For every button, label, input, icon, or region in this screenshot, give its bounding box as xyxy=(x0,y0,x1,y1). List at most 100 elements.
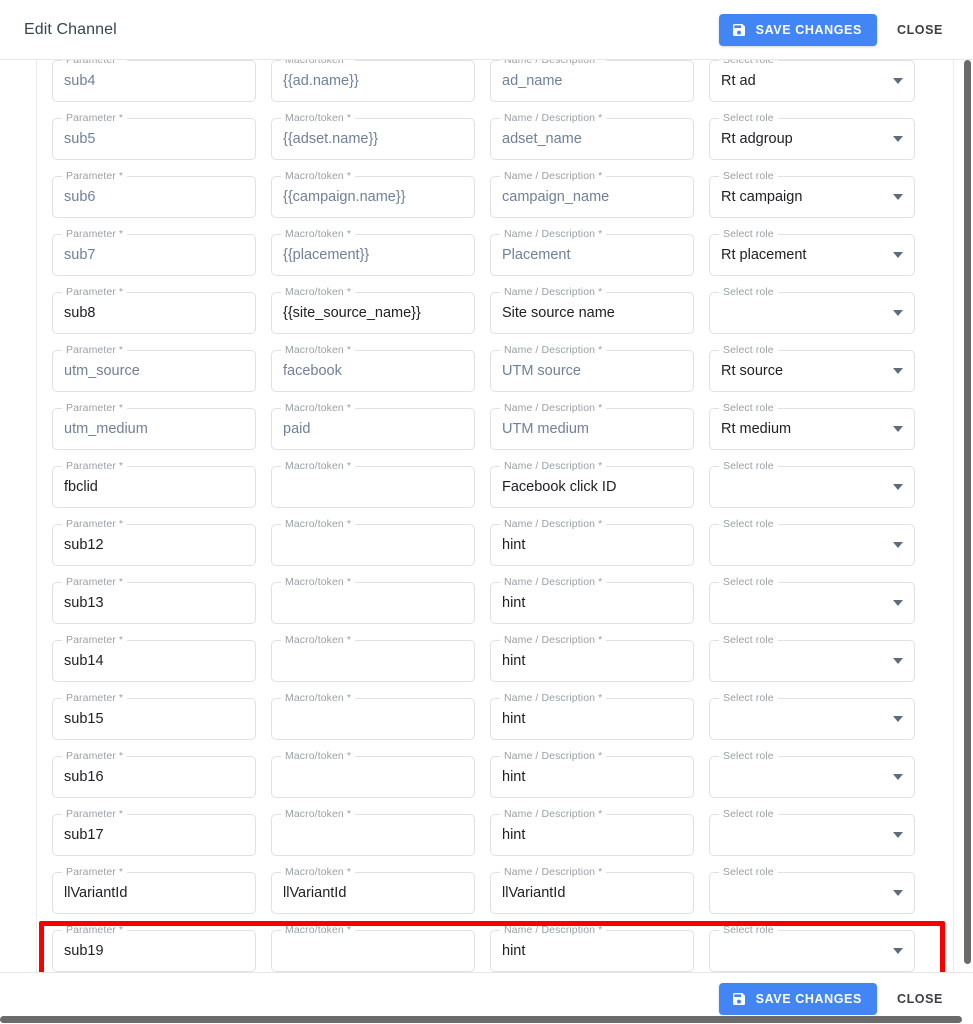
name-description-field[interactable]: Name / Description * Facebook click ID xyxy=(490,460,694,508)
select-role-field[interactable]: Select role xyxy=(709,692,915,740)
close-button-footer[interactable]: CLOSE xyxy=(883,983,957,1015)
name-description-label: Name / Description * xyxy=(500,634,607,646)
select-role-field[interactable]: Select role Rt medium xyxy=(709,402,915,450)
parameter-field[interactable]: Parameter * utm_medium xyxy=(52,402,256,450)
chevron-down-icon[interactable] xyxy=(893,310,903,316)
chevron-down-icon[interactable] xyxy=(893,832,903,838)
parameter-field[interactable]: Parameter * llVariantId xyxy=(52,866,256,914)
name-description-field[interactable]: Name / Description * hint xyxy=(490,750,694,798)
name-description-field[interactable]: Name / Description * hint xyxy=(490,808,694,856)
parameter-field[interactable]: Parameter * sub13 xyxy=(52,576,256,624)
macro-token-field[interactable]: Macro/token * {{site_source_name}} xyxy=(271,286,475,334)
select-role-label: Select role xyxy=(719,402,778,414)
parameter-field[interactable]: Parameter * sub19 xyxy=(52,924,256,972)
save-changes-button-footer[interactable]: SAVE CHANGES xyxy=(718,982,877,1015)
chevron-down-icon[interactable] xyxy=(893,716,903,722)
parameter-field[interactable]: Parameter * sub12 xyxy=(52,518,256,566)
select-role-field[interactable]: Select role Rt campaign xyxy=(709,170,915,218)
horizontal-scrollbar[interactable] xyxy=(0,1015,973,1024)
chevron-down-icon[interactable] xyxy=(893,136,903,142)
chevron-down-icon[interactable] xyxy=(893,78,903,84)
parameter-field[interactable]: Parameter * sub6 xyxy=(52,170,256,218)
select-role-field[interactable]: Select role xyxy=(709,286,915,334)
macro-token-field[interactable]: Macro/token * xyxy=(271,576,475,624)
select-role-field[interactable]: Select role xyxy=(709,808,915,856)
select-role-field[interactable]: Select role xyxy=(709,924,915,972)
select-role-field[interactable]: Select role xyxy=(709,634,915,682)
select-role-field[interactable]: Select role xyxy=(709,460,915,508)
name-description-field[interactable]: Name / Description * hint xyxy=(490,576,694,624)
chevron-down-icon[interactable] xyxy=(893,426,903,432)
select-role-field[interactable]: Select role xyxy=(709,518,915,566)
chevron-down-icon[interactable] xyxy=(893,252,903,258)
macro-token-field[interactable]: Macro/token * facebook xyxy=(271,344,475,392)
macro-token-field[interactable]: Macro/token * {{campaign.name}} xyxy=(271,170,475,218)
name-description-field[interactable]: Name / Description * adset_name xyxy=(490,112,694,160)
macro-token-field[interactable]: Macro/token * xyxy=(271,518,475,566)
parameter-field[interactable]: Parameter * sub4 xyxy=(52,60,256,102)
chevron-down-icon[interactable] xyxy=(893,600,903,606)
chevron-down-icon[interactable] xyxy=(893,890,903,896)
parameter-field[interactable]: Parameter * sub8 xyxy=(52,286,256,334)
parameter-value: sub6 xyxy=(64,189,96,205)
chevron-down-icon[interactable] xyxy=(893,658,903,664)
name-description-field[interactable]: Name / Description * hint xyxy=(490,924,694,972)
macro-token-field[interactable]: Macro/token * {{ad.name}} xyxy=(271,60,475,102)
name-description-field[interactable]: Name / Description * hint xyxy=(490,518,694,566)
macro-token-field[interactable]: Macro/token * xyxy=(271,924,475,972)
chevron-down-icon[interactable] xyxy=(893,948,903,954)
name-description-field[interactable]: Name / Description * Site source name xyxy=(490,286,694,334)
name-description-field[interactable]: Name / Description * hint xyxy=(490,692,694,740)
vertical-scrollbar[interactable] xyxy=(962,60,973,964)
parameter-field[interactable]: Parameter * sub17 xyxy=(52,808,256,856)
macro-token-field[interactable]: Macro/token * paid xyxy=(271,402,475,450)
name-description-field[interactable]: Name / Description * Placement xyxy=(490,228,694,276)
select-role-field[interactable]: Select role xyxy=(709,750,915,798)
macro-token-field[interactable]: Macro/token * xyxy=(271,460,475,508)
macro-token-label: Macro/token * xyxy=(281,112,356,124)
name-description-field[interactable]: Name / Description * llVariantId xyxy=(490,866,694,914)
parameter-field[interactable]: Parameter * sub16 xyxy=(52,750,256,798)
macro-token-field[interactable]: Macro/token * xyxy=(271,750,475,798)
macro-token-field[interactable]: Macro/token * llVariantId xyxy=(271,866,475,914)
name-description-field[interactable]: Name / Description * hint xyxy=(490,634,694,682)
macro-token-label: Macro/token * xyxy=(281,286,356,298)
select-role-label: Select role xyxy=(719,344,778,356)
parameter-label: Parameter * xyxy=(62,924,128,936)
select-role-field[interactable]: Select role Rt placement xyxy=(709,228,915,276)
chevron-down-icon[interactable] xyxy=(893,484,903,490)
name-description-field[interactable]: Name / Description * campaign_name xyxy=(490,170,694,218)
parameter-field[interactable]: Parameter * sub5 xyxy=(52,112,256,160)
chevron-down-icon[interactable] xyxy=(893,774,903,780)
parameter-field[interactable]: Parameter * fbclid xyxy=(52,460,256,508)
select-role-field[interactable]: Select role xyxy=(709,576,915,624)
parameter-value: sub4 xyxy=(64,73,96,89)
macro-token-field[interactable]: Macro/token * xyxy=(271,692,475,740)
parameter-field[interactable]: Parameter * sub7 xyxy=(52,228,256,276)
parameter-value: sub7 xyxy=(64,247,96,263)
parameters-scroll-area[interactable]: Parameter * sub4 Macro/token * {{ad.name}} N… xyxy=(0,60,973,972)
macro-token-field[interactable]: Macro/token * {{adset.name}} xyxy=(271,112,475,160)
horizontal-scrollbar-thumb[interactable] xyxy=(0,1016,962,1023)
macro-token-field[interactable]: Macro/token * xyxy=(271,808,475,856)
select-role-field[interactable]: Select role xyxy=(709,866,915,914)
save-changes-button-header[interactable]: SAVE CHANGES xyxy=(718,13,877,46)
parameter-field[interactable]: Parameter * sub14 xyxy=(52,634,256,682)
macro-token-field[interactable]: Macro/token * {{placement}} xyxy=(271,228,475,276)
name-description-field[interactable]: Name / Description * ad_name xyxy=(490,60,694,102)
parameter-field[interactable]: Parameter * utm_source xyxy=(52,344,256,392)
vertical-scrollbar-thumb[interactable] xyxy=(964,60,971,964)
macro-token-field[interactable]: Macro/token * xyxy=(271,634,475,682)
chevron-down-icon[interactable] xyxy=(893,542,903,548)
select-role-field[interactable]: Select role Rt source xyxy=(709,344,915,392)
close-button-header[interactable]: CLOSE xyxy=(883,14,957,46)
chevron-down-icon[interactable] xyxy=(893,194,903,200)
select-role-field[interactable]: Select role Rt ad xyxy=(709,60,915,102)
name-description-field[interactable]: Name / Description * UTM medium xyxy=(490,402,694,450)
macro-token-label: Macro/token * xyxy=(281,402,356,414)
parameter-field[interactable]: Parameter * sub15 xyxy=(52,692,256,740)
chevron-down-icon[interactable] xyxy=(893,368,903,374)
name-description-value: hint xyxy=(502,769,526,785)
select-role-field[interactable]: Select role Rt adgroup xyxy=(709,112,915,160)
name-description-field[interactable]: Name / Description * UTM source xyxy=(490,344,694,392)
